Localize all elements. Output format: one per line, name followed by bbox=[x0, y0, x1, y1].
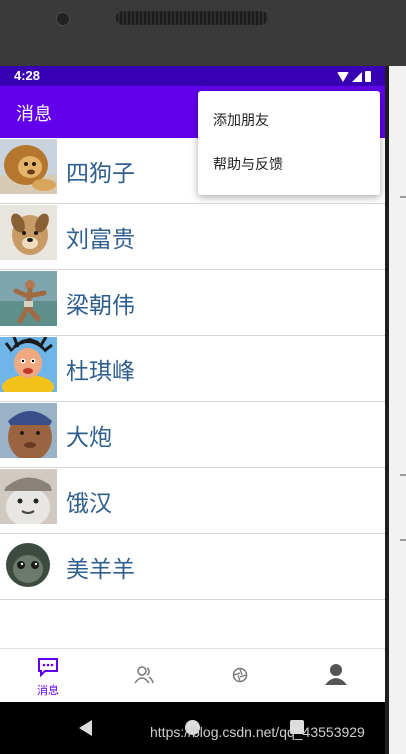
background-mark bbox=[400, 474, 406, 476]
bear-with-hat-avatar bbox=[0, 469, 57, 524]
contact-name: 饿汉 bbox=[66, 491, 112, 517]
message-icon bbox=[38, 658, 58, 677]
discover-icon bbox=[232, 667, 248, 683]
background-mark bbox=[400, 196, 406, 198]
contact-name: 刘富贵 bbox=[66, 227, 135, 253]
earpiece-speaker bbox=[116, 11, 268, 25]
nav-tab-contacts[interactable] bbox=[96, 649, 192, 703]
background-edge bbox=[385, 66, 406, 754]
status-time: 4:28 bbox=[14, 68, 41, 83]
menu-item-help-feedback[interactable]: 帮助与反馈 bbox=[198, 143, 380, 187]
contact-list[interactable]: 四狗子 刘富贵 梁朝伟 杜琪峰 大炮 饿汉 美羊羊 bbox=[0, 138, 385, 600]
wifi-icon bbox=[337, 72, 349, 82]
nav-label-messages: 消息 bbox=[37, 684, 59, 697]
phone-bezel-right bbox=[385, 66, 389, 754]
contacts-icon bbox=[134, 666, 154, 684]
app-title: 消息 bbox=[16, 104, 52, 125]
contact-row[interactable]: 美羊羊 bbox=[0, 534, 385, 600]
dog-avatar bbox=[0, 205, 57, 260]
status-icons bbox=[337, 70, 371, 82]
contact-name: 四狗子 bbox=[66, 161, 135, 187]
signal-icon bbox=[352, 72, 362, 82]
nav-tab-discover[interactable] bbox=[192, 649, 288, 703]
contact-row[interactable]: 杜琪峰 bbox=[0, 336, 385, 402]
sheep-avatar bbox=[0, 535, 57, 590]
contact-name: 杜琪峰 bbox=[66, 359, 135, 385]
contact-name: 美羊羊 bbox=[66, 557, 135, 583]
contact-row[interactable]: 大炮 bbox=[0, 402, 385, 468]
lion-avatar bbox=[0, 139, 57, 194]
nav-tab-messages[interactable]: 消息 bbox=[0, 649, 96, 703]
back-icon[interactable] bbox=[79, 720, 92, 736]
status-bar: 4:28 bbox=[0, 66, 385, 86]
contact-name: 大炮 bbox=[66, 425, 112, 451]
contact-row[interactable]: 梁朝伟 bbox=[0, 270, 385, 336]
contact-row[interactable]: 饿汉 bbox=[0, 468, 385, 534]
menu-item-add-friend[interactable]: 添加朋友 bbox=[198, 99, 380, 143]
phone-bezel-top bbox=[0, 0, 406, 66]
background-mark bbox=[400, 539, 406, 541]
battery-icon bbox=[365, 71, 371, 82]
contact-name: 梁朝伟 bbox=[66, 293, 135, 319]
front-camera bbox=[56, 12, 70, 26]
nav-tab-profile[interactable] bbox=[288, 649, 384, 703]
contact-row[interactable]: 刘富贵 bbox=[0, 204, 385, 270]
profile-icon bbox=[325, 664, 347, 685]
overflow-menu: 添加朋友 帮助与反馈 bbox=[198, 91, 380, 195]
watermark: https://blog.csdn.net/qq_43553929 bbox=[150, 724, 365, 740]
bottom-navigation: 消息 bbox=[0, 648, 385, 703]
cartoon-man-avatar bbox=[0, 337, 57, 392]
man-with-cap-avatar bbox=[0, 403, 57, 458]
dancing-man-avatar bbox=[0, 271, 57, 326]
